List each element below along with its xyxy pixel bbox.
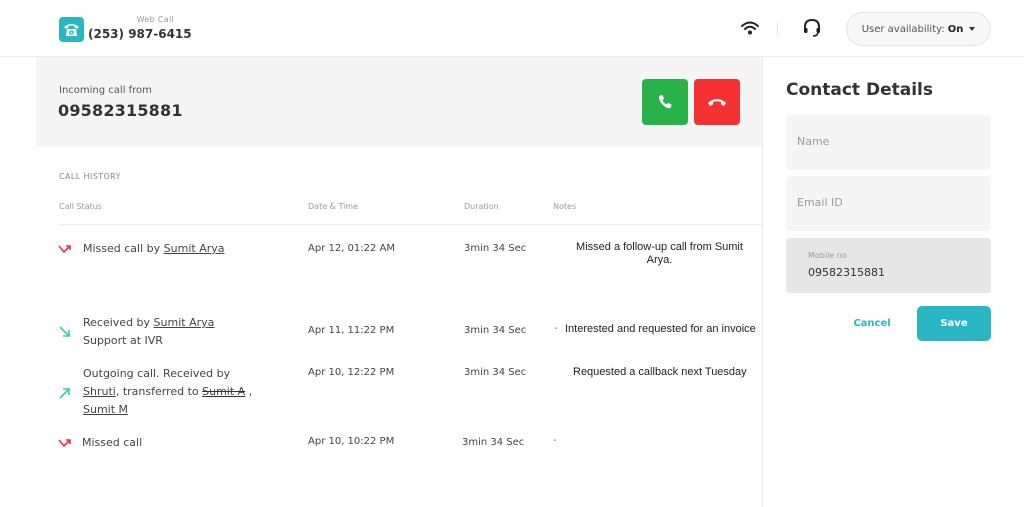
mobile-label: Mobile no [808,251,847,260]
phone-hangup-icon [708,99,726,106]
panel-divider [762,57,763,507]
separator: , [245,385,253,398]
mobile-value: 09582315881 [808,266,885,279]
contact-link[interactable]: Sumit Arya [154,316,215,329]
call-duration: 3min 34 Sec [464,367,527,378]
status-subtext: Support at IVR [83,334,163,347]
headset-icon[interactable] [802,18,822,42]
contact-link[interactable]: Shruti [83,385,116,398]
top-bar: Web Call (253) 987-6415 User availabilit… [0,0,1024,57]
call-history-title: CALL HISTORY [59,172,121,181]
column-header-call-status: Call Status [59,202,102,211]
missed-call-icon [58,245,71,254]
incoming-number: 09582315881 [58,101,183,120]
cancel-button[interactable]: Cancel [838,308,906,338]
contact-link-struck[interactable]: Sumit A [202,385,245,398]
availability-value: On [947,23,964,35]
chevron-down-icon [969,27,976,31]
reject-call-button[interactable] [694,79,740,125]
user-availability-dropdown[interactable]: User availability: On [846,12,991,46]
call-duration: 3min 34 Sec [464,243,527,254]
call-datetime: Apr 10, 10:22 PM [308,436,395,447]
name-placeholder: Name [797,135,830,148]
phone-accept-icon [659,95,672,109]
contact-details-title: Contact Details [786,80,933,100]
mobile-field[interactable]: Mobile no 09582315881 [786,238,991,293]
name-field[interactable]: Name [786,115,991,170]
email-field[interactable]: Email ID [786,176,991,231]
contact-link[interactable]: Sumit M [83,403,128,416]
status-text: Missed call by [83,242,164,255]
call-note: Interested and requested for an invoice [565,323,756,335]
call-duration: 3min 34 Sec [462,437,525,448]
app-label: Web Call [136,15,174,24]
status-text: Missed call [82,436,143,449]
phone-icon [59,17,84,42]
incoming-label: Incoming call from [59,85,152,96]
status-text: , transferred to [115,385,203,398]
wifi-icon[interactable] [741,20,759,39]
contact-link[interactable]: Sumit Arya [164,242,225,255]
status-text: Outgoing call. Received by [83,367,231,380]
call-datetime: Apr 12, 01:22 AM [308,243,396,254]
incoming-call-banner: Incoming call from 09582315881 [36,57,762,147]
call-datetime: Apr 11, 11:22 PM [308,325,395,336]
received-call-icon [59,326,70,337]
note-dash: - [554,323,558,334]
header-divider [777,22,778,36]
email-placeholder: Email ID [797,196,843,209]
accept-call-button[interactable] [642,79,688,125]
call-note: Requested a callback next Tuesday [573,366,747,378]
header-divider [59,224,762,225]
call-duration: 3min 34 Sec [464,325,527,336]
call-note: Missed a follow-up call from Sumit Arya. [576,241,743,266]
column-header-notes: Notes [553,202,577,211]
brand: Web Call (253) 987-6415 [59,15,208,42]
column-header-date-time: Date & Time [308,202,359,211]
status-text: Received by [83,316,154,329]
missed-call-icon [58,439,71,448]
note-dash: - [553,435,557,446]
column-header-duration: Duration [464,202,499,211]
outgoing-call-icon [59,388,70,399]
availability-label: User availability: [861,23,945,35]
save-button[interactable]: Save [917,306,991,341]
user-phone-number: (253) 987-6415 [88,27,192,41]
call-datetime: Apr 10, 12:22 PM [308,367,395,378]
